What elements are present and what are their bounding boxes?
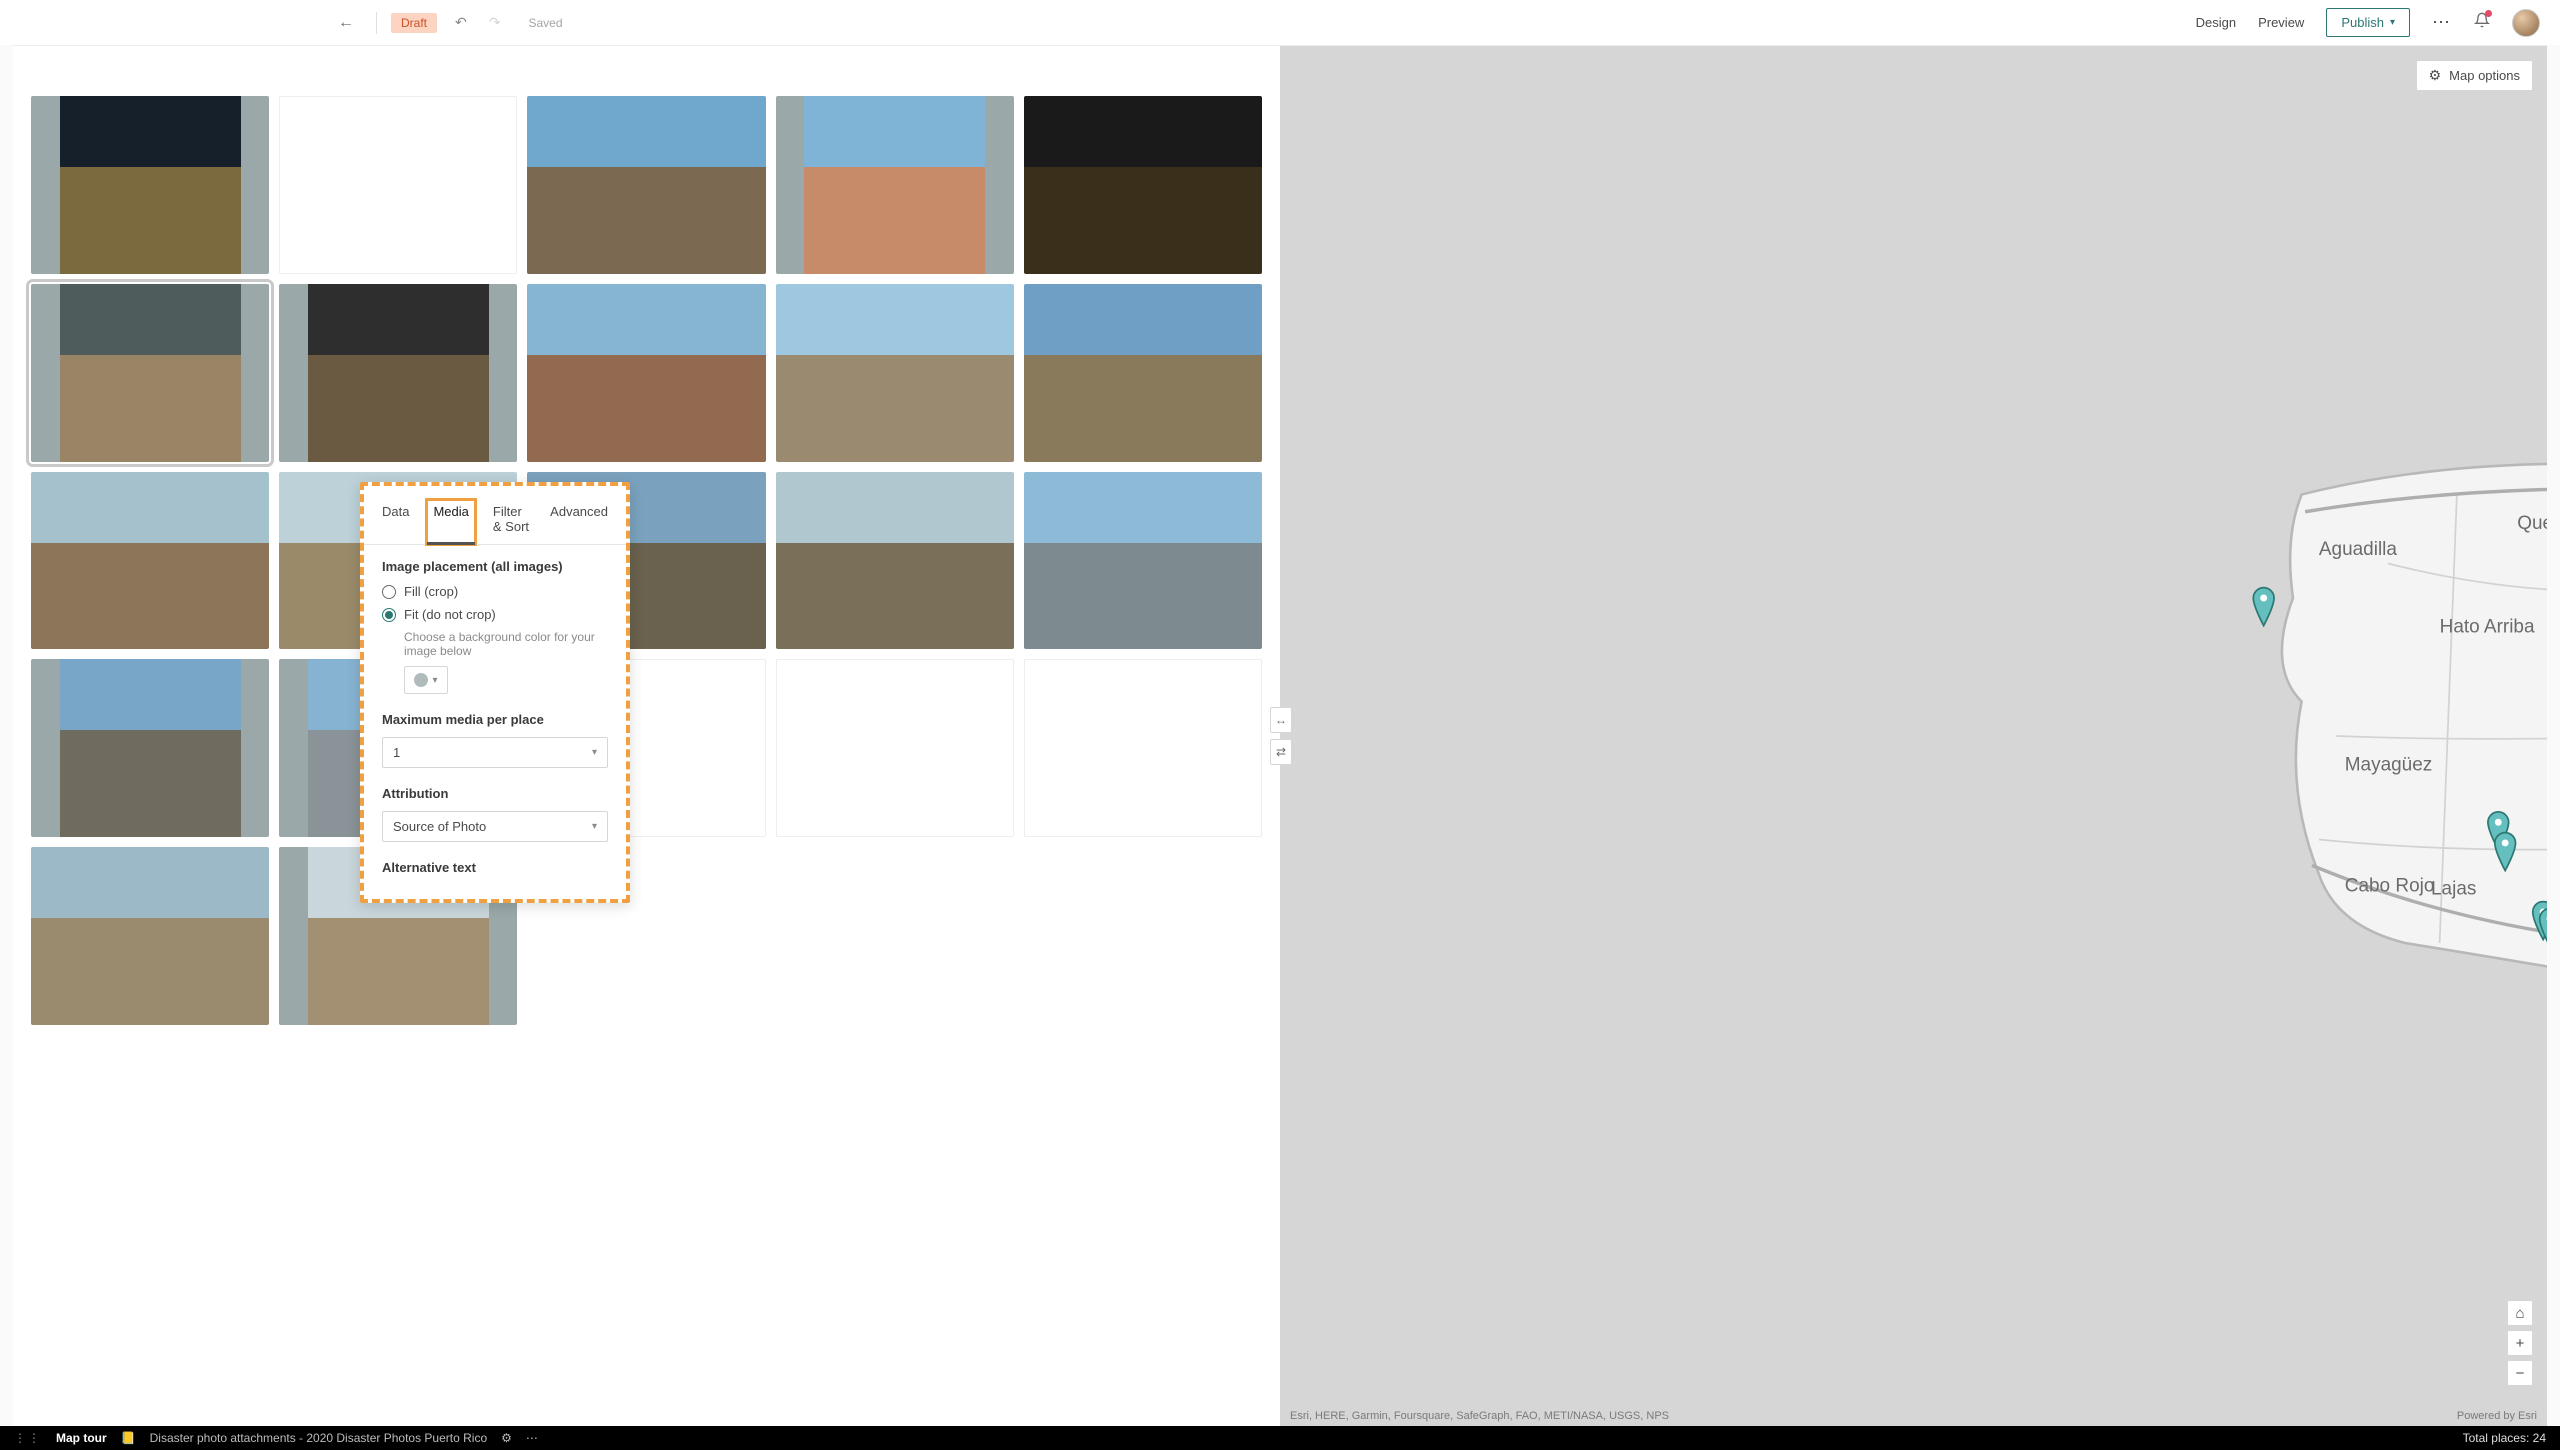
map-powered-by: Powered by Esri <box>2457 1410 2537 1422</box>
bg-color-picker[interactable]: ▾ <box>404 666 448 694</box>
saved-label: Saved <box>528 16 562 30</box>
chevron-down-icon: ▾ <box>2390 17 2395 28</box>
image-placement-title: Image placement (all images) <box>382 559 608 574</box>
split-controls: ↔ ⇄ <box>1270 707 1292 765</box>
radio-icon <box>382 585 396 599</box>
tab-advanced[interactable]: Advanced <box>550 504 608 544</box>
radio-checked-icon <box>382 608 396 622</box>
map-label: Quebradillas <box>2517 513 2547 534</box>
preview-link[interactable]: Preview <box>2258 15 2304 30</box>
user-avatar[interactable] <box>2512 9 2540 37</box>
radio-fit-nocrop[interactable]: Fit (do not crop) <box>382 607 608 622</box>
color-swatch-icon <box>414 673 428 687</box>
map-canvas[interactable]: AguadillaQuebradillasAreciboVega BajaDor… <box>1280 46 2547 1426</box>
gallery-pane <box>13 46 1280 1426</box>
bg-helper-text: Choose a background color for your image… <box>404 630 608 658</box>
attribution-select[interactable]: Source of Photo ▾ <box>382 811 608 842</box>
gallery-thumb[interactable] <box>776 659 1014 837</box>
gallery-thumb[interactable] <box>1024 472 1262 650</box>
gallery-thumb[interactable] <box>527 284 765 462</box>
topbar: ← Draft ↶ ↷ Saved Design Preview Publish… <box>0 0 2560 45</box>
gallery-thumb[interactable] <box>776 284 1014 462</box>
map-label: Lajas <box>2431 879 2476 900</box>
gallery-thumb[interactable] <box>279 284 517 462</box>
redo-icon: ↷ <box>485 12 505 33</box>
map-pane[interactable]: ⚙ Map options AguadillaQuebradillasAreci… <box>1280 46 2547 1426</box>
more-icon[interactable]: ⋯ <box>526 1431 540 1445</box>
more-menu-icon[interactable]: ⋯ <box>2432 12 2452 33</box>
block-title: Map tour <box>56 1431 107 1445</box>
gallery-thumb[interactable] <box>31 284 269 462</box>
options-panel: Data Media Filter & Sort Advanced Image … <box>360 482 630 903</box>
options-tabs: Data Media Filter & Sort Advanced <box>364 494 626 545</box>
layer-icon: 📒 <box>121 1431 136 1445</box>
design-link[interactable]: Design <box>2196 15 2236 30</box>
gallery-thumb[interactable] <box>31 96 269 274</box>
radio-fill-crop[interactable]: Fill (crop) <box>382 584 608 599</box>
gear-icon: ⚙ <box>2429 67 2442 84</box>
attribution-title: Attribution <box>382 786 608 801</box>
back-arrow-icon[interactable]: ← <box>330 10 362 36</box>
divider <box>376 12 377 34</box>
map-credits: Esri, HERE, Garmin, Foursquare, SafeGrap… <box>1290 1410 1669 1422</box>
gallery-thumb[interactable] <box>279 96 517 274</box>
gallery-thumb[interactable] <box>31 847 269 1025</box>
zoom-in-icon[interactable]: + <box>2507 1330 2533 1356</box>
map-label: Mayagüez <box>2345 754 2433 775</box>
chevron-down-icon: ▾ <box>592 821 597 832</box>
gallery-grid <box>13 86 1280 1035</box>
map-label: Cabo Rojo <box>2345 875 2435 896</box>
home-icon[interactable]: ⌂ <box>2507 1300 2533 1326</box>
max-media-title: Maximum media per place <box>382 712 608 727</box>
undo-icon[interactable]: ↶ <box>451 12 471 33</box>
gallery-thumb[interactable] <box>1024 96 1262 274</box>
tab-filter-sort[interactable]: Filter & Sort <box>493 504 532 544</box>
gallery-thumb[interactable] <box>527 96 765 274</box>
bottombar: ⋮⋮ Map tour 📒 Disaster photo attachments… <box>0 1426 2560 1450</box>
radio-fill-label: Fill (crop) <box>404 584 458 599</box>
gallery-thumb[interactable] <box>31 659 269 837</box>
gallery-thumb[interactable] <box>776 472 1014 650</box>
chevron-down-icon: ▾ <box>432 675 437 686</box>
max-media-value: 1 <box>393 745 400 760</box>
draft-badge: Draft <box>391 13 437 33</box>
map-zoom-controls: ⌂ + − <box>2507 1300 2533 1386</box>
notifications-icon[interactable] <box>2474 12 2490 33</box>
expand-horizontal-icon[interactable]: ↔ <box>1270 707 1292 733</box>
swap-panes-icon[interactable]: ⇄ <box>1270 739 1292 765</box>
gallery-thumb[interactable] <box>31 472 269 650</box>
notification-dot-icon <box>2485 10 2492 17</box>
tab-data[interactable]: Data <box>382 504 409 544</box>
main-split: ↔ ⇄ ⚙ Map options Aguadilla Quebradillas A… <box>13 45 2547 1426</box>
map-options-button[interactable]: ⚙ Map options <box>2416 60 2533 91</box>
gear-icon[interactable]: ⚙ <box>501 1431 512 1445</box>
gallery-thumb[interactable] <box>1024 659 1262 837</box>
grip-icon[interactable]: ⋮⋮ <box>14 1431 42 1445</box>
tab-media[interactable]: Media <box>427 500 474 544</box>
total-places: Total places: 24 <box>2463 1431 2546 1445</box>
layer-crumb[interactable]: Disaster photo attachments - 2020 Disast… <box>150 1431 488 1445</box>
gallery-thumb[interactable] <box>1024 284 1262 462</box>
publish-button[interactable]: Publish ▾ <box>2326 8 2410 37</box>
zoom-out-icon[interactable]: − <box>2507 1360 2533 1386</box>
max-media-select[interactable]: 1 ▾ <box>382 737 608 768</box>
radio-fit-label: Fit (do not crop) <box>404 607 496 622</box>
map-label: Hato Arriba <box>2440 617 2535 638</box>
alt-text-title: Alternative text <box>382 860 608 875</box>
publish-label: Publish <box>2341 15 2384 30</box>
chevron-down-icon: ▾ <box>592 747 597 758</box>
gallery-thumb[interactable] <box>776 96 1014 274</box>
map-options-label: Map options <box>2449 68 2520 83</box>
map-label: Aguadilla <box>2319 539 2397 560</box>
attribution-value: Source of Photo <box>393 819 486 834</box>
